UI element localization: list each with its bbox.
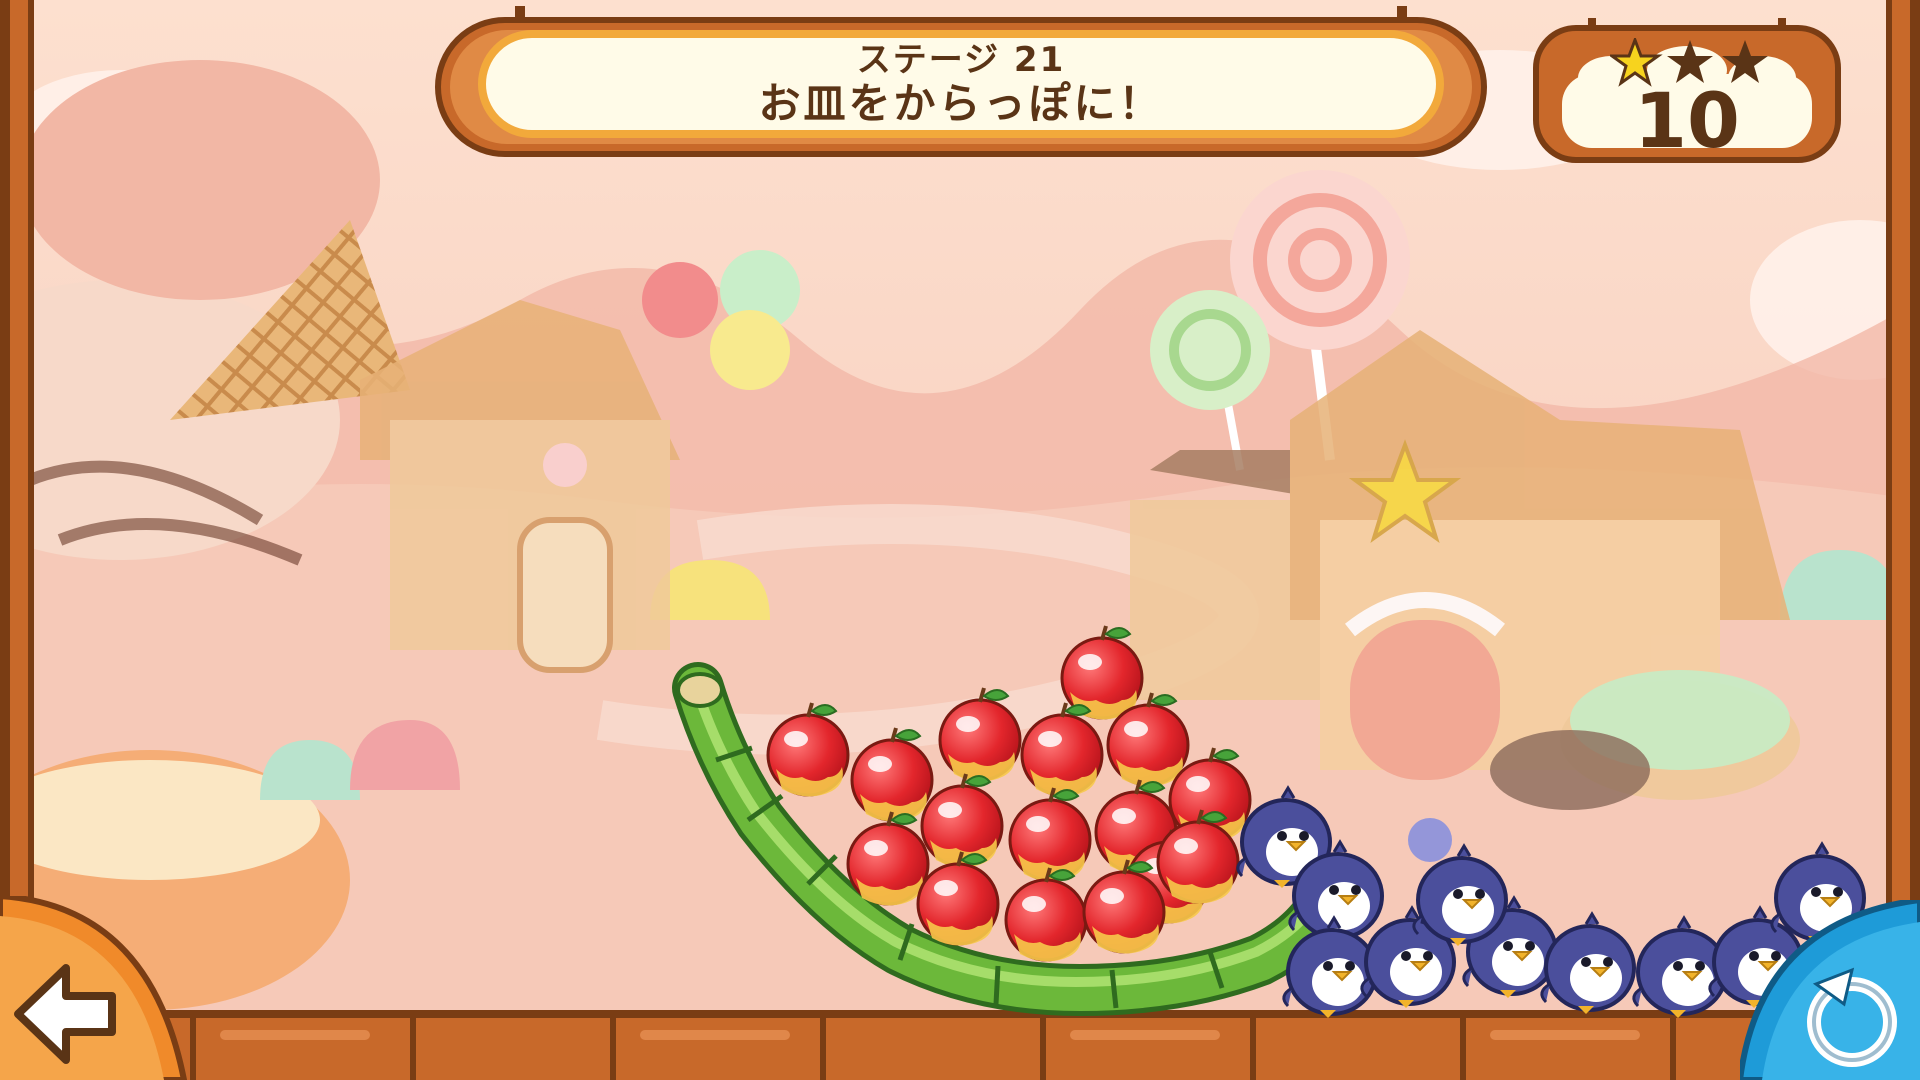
apple bbox=[850, 726, 934, 824]
apple bbox=[766, 701, 850, 799]
stage-number-label: ステージ 21 bbox=[856, 40, 1066, 81]
game-screen: ステージ 21 お皿をからっぽに！ 10 bbox=[0, 0, 1920, 1080]
back-button[interactable] bbox=[0, 892, 190, 1080]
objective-text: お皿をからっぽに！ bbox=[758, 78, 1164, 128]
apple bbox=[916, 850, 1000, 948]
penguin bbox=[1631, 916, 1728, 1020]
stage-title-text: ステージ 21 お皿をからっぽに！ bbox=[478, 30, 1444, 138]
back-arrow-icon bbox=[0, 892, 188, 1080]
stage-title-plaque: ステージ 21 お皿をからっぽに！ bbox=[430, 6, 1492, 164]
score-panel: 10 bbox=[1532, 18, 1842, 165]
apple bbox=[1004, 866, 1088, 964]
penguin bbox=[1539, 912, 1636, 1016]
retry-icon bbox=[1736, 896, 1920, 1080]
score-value: 10 bbox=[1634, 76, 1740, 165]
apple bbox=[938, 686, 1022, 784]
apple bbox=[846, 810, 930, 908]
retry-button[interactable] bbox=[1736, 896, 1920, 1080]
apple bbox=[1008, 786, 1092, 884]
